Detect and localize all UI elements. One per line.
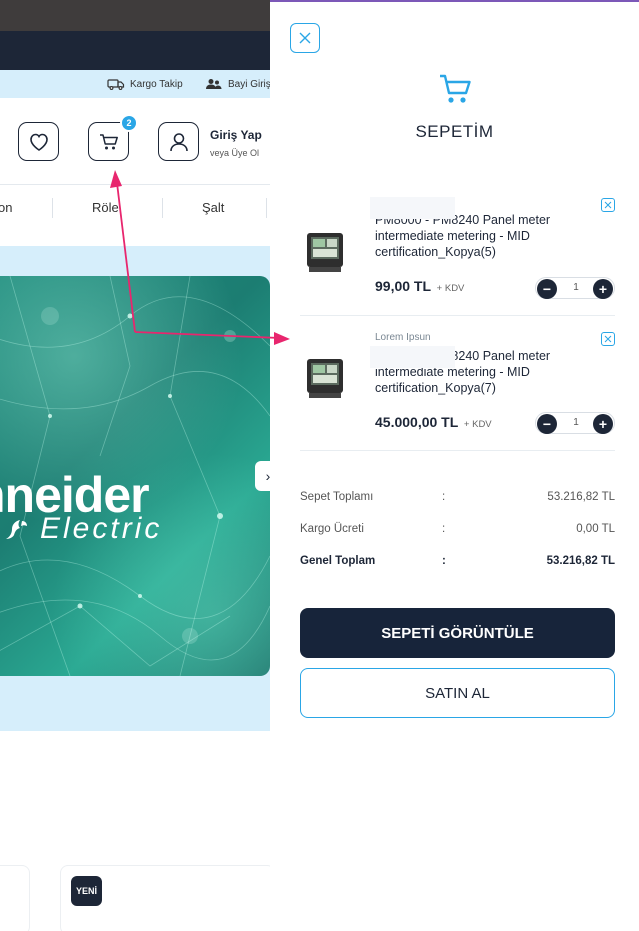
cart-button[interactable]: 2 <box>88 114 138 161</box>
cargo-tracking-link[interactable]: Kargo Takip <box>107 78 183 90</box>
cart-drawer: SEPETİM ric PM8000 - PM8240 Panel meter … <box>270 0 639 931</box>
user-icon <box>169 132 188 151</box>
dealer-login-link[interactable]: Bayi Giriş <box>205 78 270 90</box>
quantity-stepper[interactable]: − 1 + <box>535 277 615 299</box>
drawer-title: SEPETİM <box>415 122 494 141</box>
hero-section: hneider Electric <box>0 246 270 731</box>
item-tax-note: + KDV <box>463 419 492 430</box>
menu-divider <box>52 198 53 218</box>
separator: : <box>442 491 446 503</box>
wishlist-button[interactable] <box>18 122 59 161</box>
cart-item: ric PM8000 - PM8240 Panel meter intermed… <box>300 197 615 316</box>
shipping-label: Kargo Ücreti <box>300 523 364 535</box>
close-icon <box>604 201 612 209</box>
cargo-tracking-label: Kargo Takip <box>130 78 183 90</box>
item-brand: Lorem Ipsun <box>375 332 431 343</box>
top-info-bar: Kargo Takip Bayi Giriş <box>0 70 270 98</box>
truck-icon <box>107 79 125 90</box>
login-title[interactable]: Giriş Yap <box>210 128 262 142</box>
menu-divider <box>162 198 163 218</box>
cart-icon <box>440 74 471 103</box>
product-thumbnail[interactable] <box>300 354 350 404</box>
close-icon <box>604 335 612 343</box>
product-card[interactable] <box>0 865 30 931</box>
menu-item-0[interactable]: on <box>0 200 12 215</box>
increase-quantity-button[interactable]: + <box>593 414 613 434</box>
separator: : <box>442 523 446 535</box>
item-tax-note: + KDV <box>436 283 465 294</box>
item-name[interactable]: PM8000 - PM8240 Panel meter intermediate… <box>375 212 610 260</box>
category-menu: on Röle Şalt <box>0 186 270 230</box>
background-page: Kargo Takip Bayi Giriş 2 Giriş Yap veya … <box>0 0 270 931</box>
cart-icon <box>99 133 118 149</box>
item-price-value: 99,00 TL <box>375 278 431 294</box>
buy-button[interactable]: SATIN AL <box>300 668 615 718</box>
new-badge: YENİ <box>71 876 102 906</box>
cart-count-badge: 2 <box>120 114 138 132</box>
grand-total-row: Genel Toplam : 53.216,82 TL <box>300 555 615 571</box>
shipping-value: 0,00 TL <box>576 523 615 535</box>
cart-item: Lorem Ipsun PM8000 - PM8240 Panel meter … <box>300 332 615 451</box>
hero-brand-line2: Electric <box>0 512 162 546</box>
redaction-mask <box>370 346 455 368</box>
close-button[interactable] <box>290 23 320 53</box>
grand-total-label: Genel Toplam <box>300 555 376 567</box>
product-thumbnail[interactable] <box>300 228 350 278</box>
increase-quantity-button[interactable]: + <box>593 279 613 299</box>
remove-item-button[interactable] <box>601 198 615 212</box>
users-icon <box>206 79 222 89</box>
heart-icon <box>29 133 48 151</box>
subtotal-row: Sepet Toplamı : 53.216,82 TL <box>300 491 615 507</box>
page: Kargo Takip Bayi Giriş 2 Giriş Yap veya … <box>0 0 639 931</box>
remove-item-button[interactable] <box>601 332 615 346</box>
menu-item-role[interactable]: Röle <box>92 200 119 215</box>
top-navy-bar <box>0 31 270 70</box>
item-price: 45.000,00 TL + KDV <box>375 414 492 430</box>
item-price: 99,00 TL + KDV <box>375 278 464 294</box>
browser-chrome <box>0 0 270 31</box>
view-cart-button[interactable]: SEPETİ GÖRÜNTÜLE <box>300 608 615 658</box>
dealer-login-label: Bayi Giriş <box>228 78 270 90</box>
hero-banner[interactable]: hneider Electric <box>0 276 270 676</box>
subtotal-label: Sepet Toplamı <box>300 491 374 503</box>
menu-divider <box>266 198 267 218</box>
login-subtitle[interactable]: veya Üye Ol <box>210 148 259 158</box>
menu-item-salt[interactable]: Şalt <box>202 200 224 215</box>
hero-brand-line2-text: Electric <box>40 512 163 545</box>
separator: : <box>442 555 446 567</box>
subtotal-value: 53.216,82 TL <box>547 491 615 503</box>
site-header: 2 Giriş Yap veya Üye Ol <box>0 98 270 185</box>
grand-total-value: 53.216,82 TL <box>546 555 615 567</box>
quantity-stepper[interactable]: − 1 + <box>535 412 615 434</box>
close-icon <box>299 32 311 44</box>
product-card[interactable]: YENİ <box>60 865 270 931</box>
brand-logo-icon <box>6 520 27 539</box>
redaction-mask <box>370 197 455 219</box>
item-price-value: 45.000,00 TL <box>375 414 459 430</box>
account-button[interactable] <box>158 122 199 161</box>
shipping-row: Kargo Ücreti : 0,00 TL <box>300 523 615 539</box>
